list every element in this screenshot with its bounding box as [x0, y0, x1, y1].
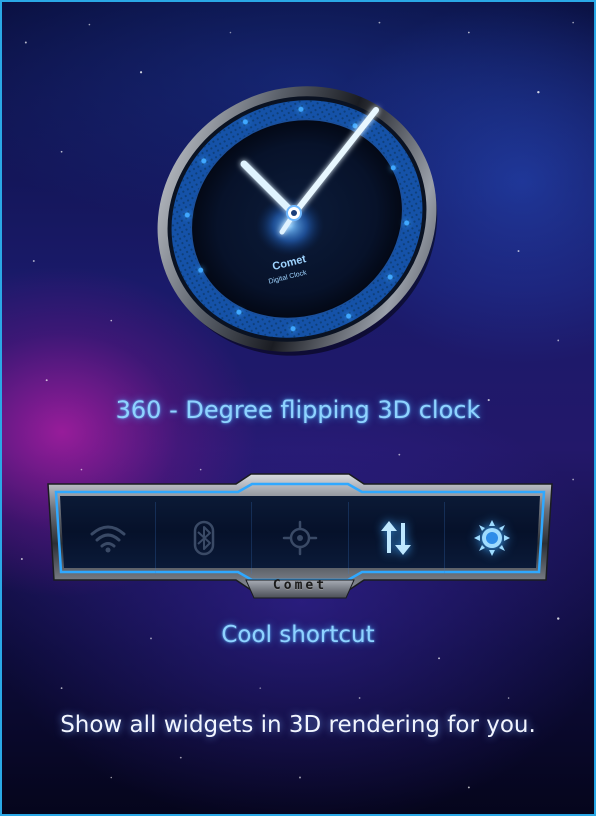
bluetooth-icon: [193, 520, 215, 556]
shortcut-caption: Cool shortcut: [221, 622, 375, 648]
data-sync-toggle-button[interactable]: [349, 502, 445, 574]
promo-screen: Comet Digital Clock 360 - Degree flippin…: [0, 0, 596, 816]
wifi-toggle-button[interactable]: [60, 502, 157, 574]
wifi-icon: [90, 525, 126, 553]
data-sync-icon: [381, 521, 412, 555]
gps-icon: [282, 520, 318, 556]
shortcut-buttons: [60, 502, 540, 574]
shortcut-bar-brand-label: Comet: [272, 578, 328, 593]
footer-text: Show all widgets in 3D rendering for you…: [60, 712, 536, 738]
brightness-toggle-button[interactable]: [445, 502, 540, 574]
clock-widget[interactable]: Comet Digital Clock: [132, 54, 462, 384]
gps-toggle-button[interactable]: [252, 502, 349, 574]
clock-caption: 360 - Degree flipping 3D clock: [115, 396, 481, 424]
shortcut-bar-widget: Comet: [46, 472, 554, 602]
bluetooth-toggle-button[interactable]: [156, 502, 253, 574]
brightness-icon: [474, 520, 511, 556]
